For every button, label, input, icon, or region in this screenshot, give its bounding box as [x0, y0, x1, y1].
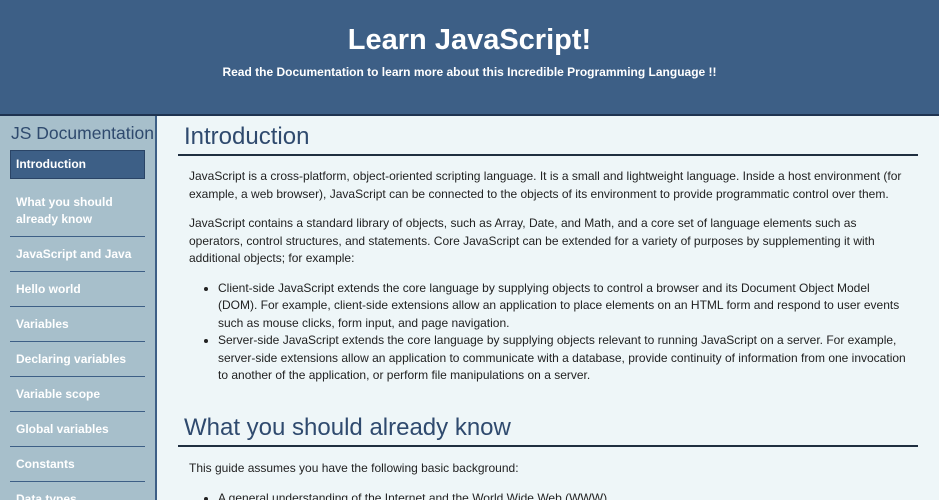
sidebar-item-label[interactable]: Constants	[10, 447, 145, 481]
bullet-list: A general understanding of the Internet …	[218, 490, 918, 500]
sidebar-item-label[interactable]: Variable scope	[10, 377, 145, 411]
sidebar-item-label[interactable]: Declaring variables	[10, 342, 145, 376]
sidebar-item-data-types[interactable]: Data types	[10, 482, 145, 500]
sidebar-item-constants[interactable]: Constants	[10, 447, 145, 482]
section-heading: Introduction	[178, 116, 918, 156]
main-content: Introduction JavaScript is a cross-platf…	[178, 116, 918, 500]
sidebar-item-label[interactable]: Global variables	[10, 412, 145, 446]
sidebar-item-variables[interactable]: Variables	[10, 307, 145, 342]
section-paragraph: This guide assumes you have the followin…	[189, 460, 519, 475]
section-paragraph: JavaScript contains a standard library o…	[189, 216, 875, 265]
section-heading: What you should already know	[178, 407, 918, 447]
sidebar-title: JS Documentation	[11, 123, 154, 143]
list-item: Client-side JavaScript extends the core …	[218, 280, 906, 333]
sidebar-list: Introduction What you should already kno…	[0, 150, 155, 500]
sidebar-item-label[interactable]: What you should already know	[10, 184, 145, 236]
sidebar-item-javascript-and-java[interactable]: JavaScript and Java	[10, 237, 145, 272]
sidebar-item-declaring-variables[interactable]: Declaring variables	[10, 342, 145, 377]
bullet-list: Client-side JavaScript extends the core …	[218, 280, 918, 385]
sidebar-item-label[interactable]: Hello world	[10, 272, 145, 306]
section-what-you-should-already-know: What you should already know This guide …	[178, 407, 918, 500]
sidebar-item-what-you-should-already-know[interactable]: What you should already know	[10, 184, 145, 237]
sidebar-nav: JS Documentation Introduction What you s…	[0, 116, 157, 500]
sidebar-item-global-variables[interactable]: Global variables	[10, 412, 145, 447]
sidebar-item-hello-world[interactable]: Hello world	[10, 272, 145, 307]
sidebar-item-label[interactable]: Variables	[10, 307, 145, 341]
page-title: Learn JavaScript!	[347, 24, 592, 56]
sidebar-item-label[interactable]: Introduction	[11, 151, 144, 178]
section-introduction: Introduction JavaScript is a cross-platf…	[178, 116, 918, 385]
sidebar-item-introduction[interactable]: Introduction	[10, 150, 145, 179]
page-subtitle: Read the Documentation to learn more abo…	[222, 65, 717, 79]
list-item: Server-side JavaScript extends the core …	[218, 332, 906, 385]
sidebar-item-variable-scope[interactable]: Variable scope	[10, 377, 145, 412]
page-header: Learn JavaScript! Read the Documentation…	[0, 0, 939, 116]
list-item: A general understanding of the Internet …	[218, 490, 906, 500]
sidebar-item-label[interactable]: Data types	[10, 482, 145, 500]
sidebar-item-label[interactable]: JavaScript and Java	[10, 237, 145, 271]
section-paragraph: JavaScript is a cross-platform, object-o…	[189, 169, 902, 201]
